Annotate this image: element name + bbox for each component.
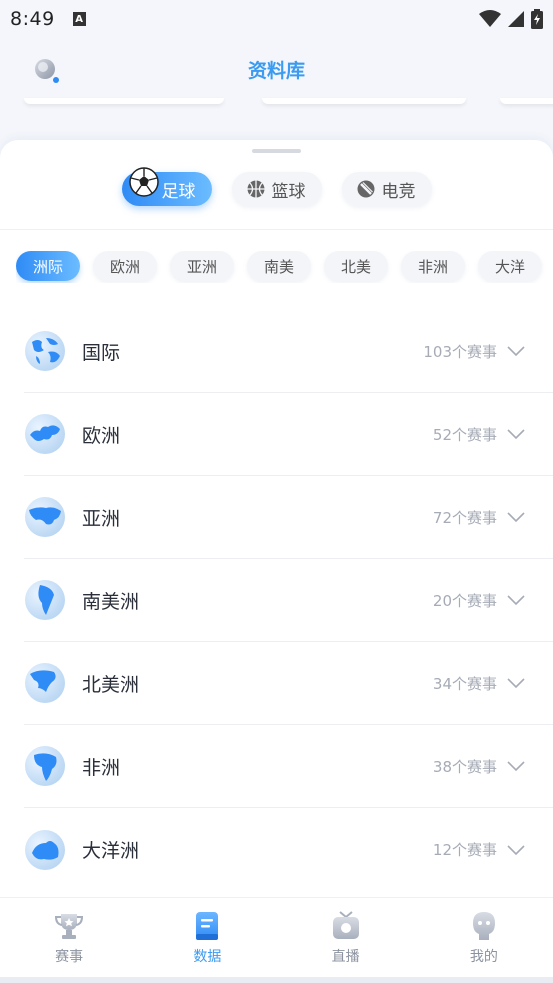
event-count: 52个赛事 — [432, 425, 497, 444]
chevron-down-icon[interactable] — [507, 428, 525, 440]
tv-icon — [332, 911, 359, 939]
tab-esports-label: 电竞 — [381, 181, 416, 202]
signal-icon — [508, 11, 524, 27]
region-tabs: 洲际 欧洲 亚洲 南美 北美 非洲 大洋 — [16, 251, 553, 283]
region-tab-intercontinental[interactable]: 洲际 — [16, 251, 80, 281]
soccer-ball-icon — [128, 167, 159, 197]
bottom-tabbar: 赛事 数据 直播 我的 — [0, 897, 553, 977]
status-bar: 8:49 A — [0, 0, 553, 38]
globe-north-america-icon — [25, 663, 65, 703]
chevron-down-icon[interactable] — [507, 844, 525, 856]
region-tab-north-america[interactable]: 北美 — [324, 251, 388, 281]
library-sheet: 足球 篮球 电竞 洲际 欧洲 亚洲 南美 北美 非洲 大洋 国际 103个赛事 … — [0, 140, 553, 900]
strip-card — [500, 98, 553, 104]
tabbar-label: 直播 — [331, 949, 360, 965]
region-name: 北美洲 — [82, 673, 140, 696]
page-title: 资料库 — [247, 59, 305, 82]
trophy-icon — [55, 914, 84, 939]
search-icon[interactable] — [32, 56, 60, 84]
globe-africa-icon — [25, 746, 65, 786]
book-icon — [196, 912, 219, 940]
chevron-down-icon[interactable] — [507, 594, 525, 606]
region-row-europe[interactable]: 欧洲 52个赛事 — [24, 393, 553, 476]
sport-tabs: 足球 篮球 电竞 — [0, 167, 553, 208]
region-name: 欧洲 — [82, 424, 121, 447]
globe-south-america-icon — [25, 580, 65, 620]
esports-icon — [357, 180, 374, 198]
profile-icon — [472, 912, 495, 940]
section-divider — [0, 229, 553, 230]
region-tab-oceania[interactable]: 大洋 — [478, 251, 542, 281]
status-time: 8:49 — [10, 8, 55, 30]
globe-asia-icon — [25, 497, 65, 537]
tab-basketball-label: 篮球 — [271, 181, 306, 202]
region-row-asia[interactable]: 亚洲 72个赛事 — [24, 476, 553, 559]
tabbar-label: 数据 — [193, 949, 222, 965]
sheet-handle[interactable] — [252, 149, 301, 153]
tabbar-label: 赛事 — [55, 949, 84, 965]
region-tab-asia[interactable]: 亚洲 — [170, 251, 234, 281]
region-tab-africa[interactable]: 非洲 — [401, 251, 465, 281]
tabbar-data[interactable]: 数据 — [138, 898, 276, 977]
tabbar-label: 我的 — [469, 949, 498, 965]
chevron-down-icon[interactable] — [507, 677, 525, 689]
event-count: 72个赛事 — [432, 508, 497, 527]
region-row-africa[interactable]: 非洲 38个赛事 — [24, 725, 553, 808]
card-strip — [0, 98, 553, 106]
region-row-south-america[interactable]: 南美洲 20个赛事 — [24, 559, 553, 642]
globe-europe-icon — [25, 414, 65, 454]
region-name: 亚洲 — [82, 507, 121, 530]
strip-card — [262, 98, 466, 104]
region-row-international[interactable]: 国际 103个赛事 — [24, 310, 553, 393]
region-name: 南美洲 — [82, 590, 140, 613]
chevron-down-icon[interactable] — [507, 345, 525, 357]
event-count: 38个赛事 — [432, 757, 497, 776]
gesture-bar — [0, 977, 553, 983]
tabbar-profile[interactable]: 我的 — [415, 898, 553, 977]
chevron-down-icon[interactable] — [507, 760, 525, 772]
region-tab-south-america[interactable]: 南美 — [247, 251, 311, 281]
tabbar-events[interactable]: 赛事 — [0, 898, 138, 977]
tab-soccer-label: 足球 — [161, 181, 196, 202]
battery-icon — [531, 9, 543, 29]
tabbar-live[interactable]: 直播 — [277, 898, 415, 977]
region-name: 大洋洲 — [82, 840, 140, 862]
tab-soccer[interactable]: 足球 — [121, 167, 212, 206]
region-row-north-america[interactable]: 北美洲 34个赛事 — [24, 642, 553, 725]
app-header: 资料库 — [0, 38, 553, 100]
region-name: 非洲 — [82, 756, 121, 779]
event-count: 20个赛事 — [432, 591, 497, 610]
region-tab-europe[interactable]: 欧洲 — [93, 251, 157, 281]
tab-esports[interactable]: 电竞 — [341, 172, 432, 206]
tab-basketball[interactable]: 篮球 — [231, 172, 322, 206]
event-count: 103个赛事 — [423, 342, 497, 361]
chevron-down-icon[interactable] — [507, 511, 525, 523]
notification-icon: A — [72, 12, 86, 26]
basketball-icon — [247, 180, 264, 198]
wifi-icon — [479, 10, 501, 27]
event-count: 34个赛事 — [432, 674, 497, 693]
region-name: 国际 — [82, 341, 121, 364]
globe-oceania-icon — [25, 829, 65, 870]
globe-world-icon — [25, 331, 65, 371]
event-count: 12个赛事 — [432, 841, 497, 859]
strip-card — [24, 98, 224, 104]
region-row-oceania[interactable]: 大洋洲 12个赛事 — [24, 808, 553, 891]
region-list: 国际 103个赛事 欧洲 52个赛事 亚洲 72个赛事 南美洲 20个赛事 北美… — [24, 310, 553, 891]
